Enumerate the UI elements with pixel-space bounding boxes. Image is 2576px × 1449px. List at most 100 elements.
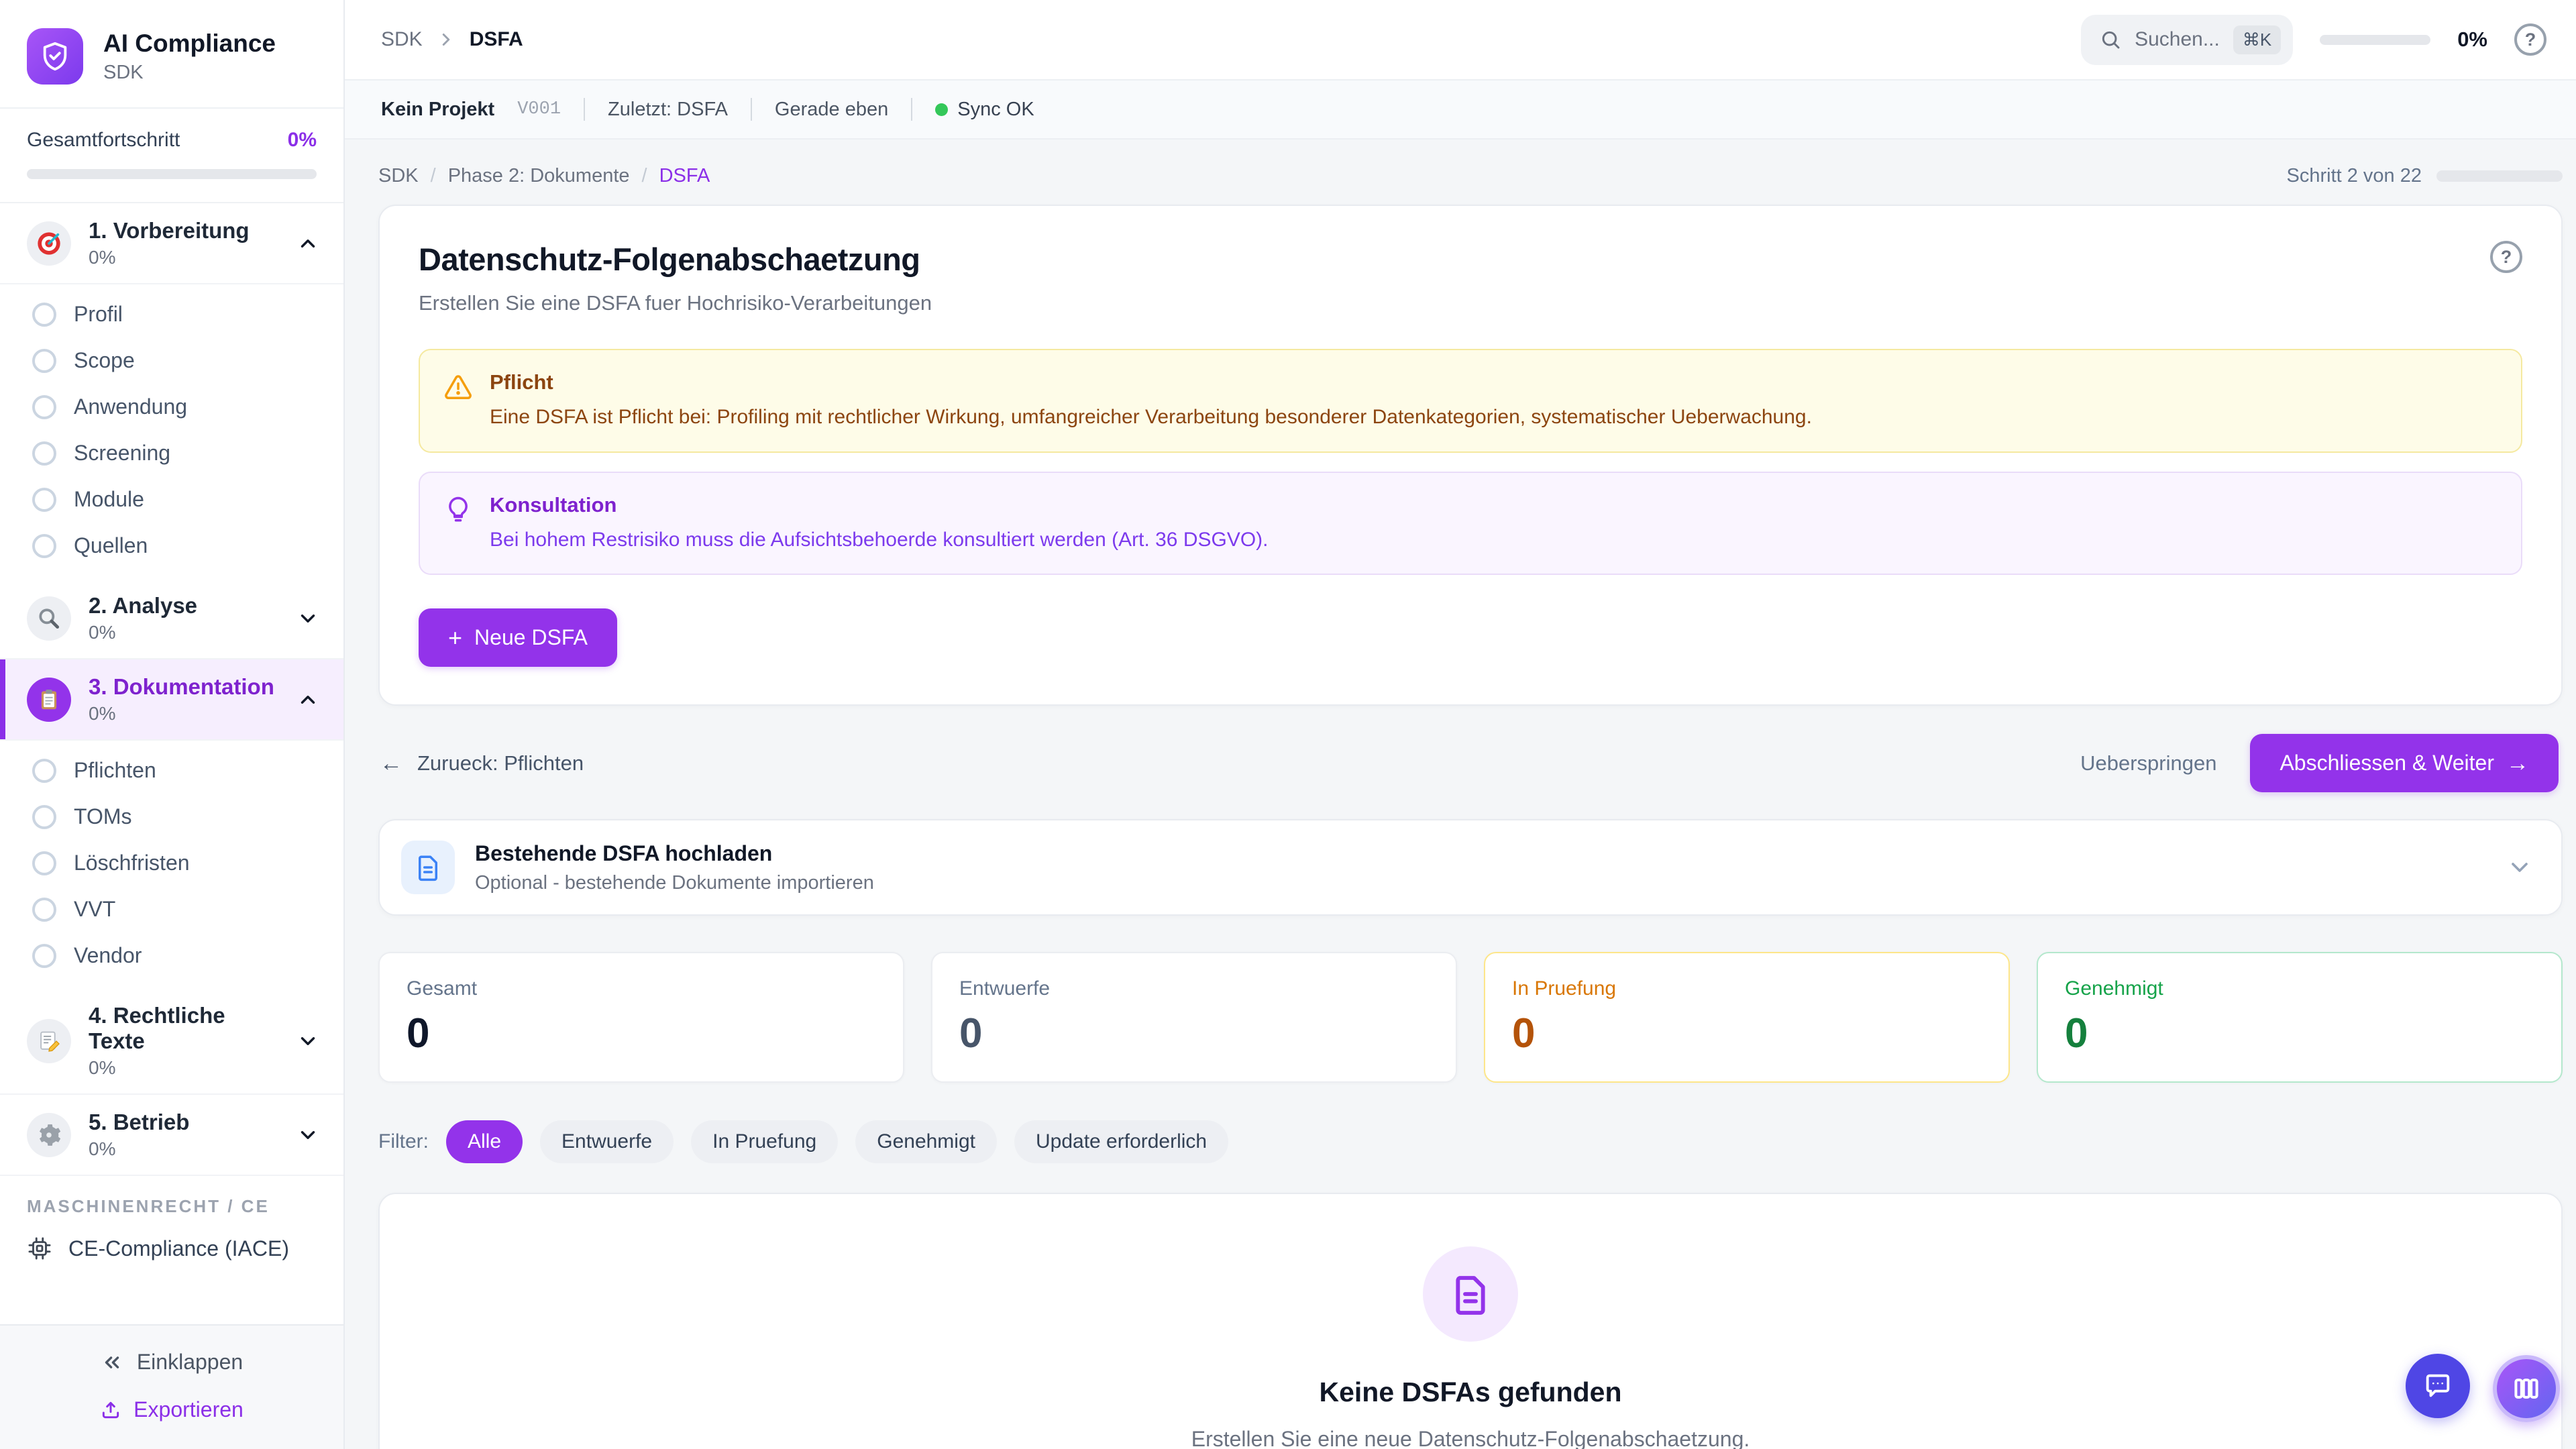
finish-next-button[interactable]: Abschliessen & Weiter → [2250,734,2559,792]
search-icon [2100,29,2121,50]
upload-existing-panel[interactable]: Bestehende DSFA hochladen Optional - bes… [378,819,2563,916]
section-percent: 0% [89,247,279,268]
section-items-dokumentation: Pflichten TOMs Löschfristen VVT Vendor [0,741,343,988]
breadcrumb-root[interactable]: SDK [381,28,423,51]
sidebar: AI Compliance SDK Gesamtfortschritt 0% 1… [0,0,345,1449]
search-placeholder: Suchen... [2135,28,2220,51]
stat-label: Gesamt [407,977,876,1000]
radio-circle-icon [32,851,56,875]
filter-pill-genehmigt[interactable]: Genehmigt [855,1120,997,1163]
sidebar-group-label: MASCHINENRECHT / CE [0,1176,343,1225]
radio-circle-icon [32,303,56,327]
stat-card-gesamt: Gesamt 0 [378,952,904,1083]
filter-pill-entwuerfe[interactable]: Entwuerfe [540,1120,674,1163]
breadcrumb-phase[interactable]: Phase 2: Dokumente [448,165,630,187]
search-input[interactable]: Suchen... ⌘K [2081,15,2293,65]
clipboard-icon [27,678,71,722]
new-dsfa-button[interactable]: + Neue DSFA [419,608,617,667]
breadcrumb-separator: / [431,165,436,187]
warning-alert: Pflicht Eine DSFA ist Pflicht bei: Profi… [419,349,2522,453]
chevron-down-icon[interactable] [2506,854,2533,881]
last-edited-time: Gerade eben [775,99,888,121]
filter-pill-in-pruefung[interactable]: In Pruefung [691,1120,838,1163]
dsfa-card: Datenschutz-Folgenabschaetzung ? Erstell… [378,205,2563,706]
chevron-up-icon [297,688,319,711]
sidebar-item-label: Module [74,487,144,512]
help-icon[interactable]: ? [2490,241,2522,273]
sidebar-section-vorbereitung[interactable]: 1. Vorbereitung 0% [0,203,343,284]
version-badge: V001 [517,99,561,119]
step-indicator: Schritt 2 von 22 [2287,165,2422,187]
sidebar-item-loeschfristen[interactable]: Löschfristen [0,840,343,886]
sidebar-item-vvt[interactable]: VVT [0,886,343,932]
filter-label: Filter: [378,1130,429,1153]
sidebar-nav: 1. Vorbereitung 0% Profil Scope Anwendun… [0,202,343,1324]
section-title: 3. Dokumentation [89,674,279,700]
app-subtitle: SDK [103,62,276,84]
radio-circle-icon [32,898,56,922]
radio-circle-icon [32,759,56,783]
filter-pill-update-erforderlich[interactable]: Update erforderlich [1014,1120,1228,1163]
app-logo [27,28,83,85]
consultation-alert: Konsultation Bei hohem Restrisiko muss d… [419,472,2522,576]
warning-triangle-icon [444,373,472,401]
chat-fab-button[interactable] [2406,1354,2470,1418]
empty-state-title: Keine DSFAs gefunden [1319,1377,1621,1408]
section-percent: 0% [89,1057,279,1079]
sidebar-section-dokumentation[interactable]: 3. Dokumentation 0% [0,659,343,741]
sidebar-item-label: Profil [74,302,123,327]
sidebar-item-quellen[interactable]: Quellen [0,523,343,569]
back-link[interactable]: ← Zurueck: Pflichten [380,751,584,775]
overall-progress-track [27,169,317,179]
stat-label: Genehmigt [2065,977,2534,1000]
wizard-nav-row: ← Zurueck: Pflichten Ueberspringen Absch… [380,734,2559,792]
sidebar-item-pflichten[interactable]: Pflichten [0,747,343,794]
cpu-icon [27,1236,52,1261]
sidebar-item-ce-compliance[interactable]: CE-Compliance (IACE) [0,1225,343,1279]
stat-value: 0 [1512,1010,1982,1057]
consultation-alert-text: Bei hohem Restrisiko muss die Aufsichtsb… [490,527,1269,554]
stat-label: In Pruefung [1512,977,1982,1000]
radio-circle-icon [32,441,56,466]
collapse-sidebar-button[interactable]: Einklappen [101,1350,243,1375]
sidebar-section-rechtliche-texte[interactable]: 4. Rechtliche Texte 0% [0,988,343,1095]
sidebar-section-betrieb[interactable]: 5. Betrieb 0% [0,1095,343,1176]
radio-circle-icon [32,944,56,968]
stat-card-in-pruefung: In Pruefung 0 [1484,952,2010,1083]
breadcrumb-root[interactable]: SDK [378,165,419,187]
sidebar-item-profil[interactable]: Profil [0,291,343,337]
stat-card-entwuerfe: Entwuerfe 0 [931,952,1457,1083]
stats-row: Gesamt 0 Entwuerfe 0 In Pruefung 0 Geneh… [378,952,2563,1083]
skip-button[interactable]: Ueberspringen [2080,751,2216,775]
arrow-left-icon: ← [380,752,402,775]
filter-pill-alle[interactable]: Alle [446,1120,523,1163]
sidebar-item-label: Quellen [74,533,148,558]
section-title: 1. Vorbereitung [89,218,279,244]
sidebar-item-vendor[interactable]: Vendor [0,932,343,979]
chat-bubble-icon [2422,1371,2453,1401]
collapse-label: Einklappen [137,1350,243,1375]
content-area: SDK / Phase 2: Dokumente / DSFA Schritt … [345,140,2576,1449]
sidebar-item-module[interactable]: Module [0,476,343,523]
divider [584,98,585,121]
empty-state: Keine DSFAs gefunden Erstellen Sie eine … [378,1193,2563,1449]
target-icon [27,221,71,266]
main-area: SDK DSFA Suchen... ⌘K 0% ? Kein Projekt … [345,0,2576,1449]
radio-circle-icon [32,534,56,558]
step-progress-track [2436,170,2563,182]
chevron-down-icon [297,607,319,630]
sidebar-item-screening[interactable]: Screening [0,430,343,476]
sidebar-item-anwendung[interactable]: Anwendung [0,384,343,430]
sidebar-section-analyse[interactable]: 2. Analyse 0% [0,578,343,659]
board-view-fab-button[interactable] [2493,1355,2560,1422]
help-icon[interactable]: ? [2514,23,2546,56]
radio-circle-icon [32,488,56,512]
divider [751,98,752,121]
sync-ok-dot-icon [935,103,948,116]
new-dsfa-label: Neue DSFA [474,625,588,650]
breadcrumb-current: DSFA [470,28,523,51]
columns-icon [2512,1374,2541,1403]
sidebar-item-toms[interactable]: TOMs [0,794,343,840]
sidebar-item-scope[interactable]: Scope [0,337,343,384]
export-button[interactable]: Exportieren [100,1397,244,1422]
